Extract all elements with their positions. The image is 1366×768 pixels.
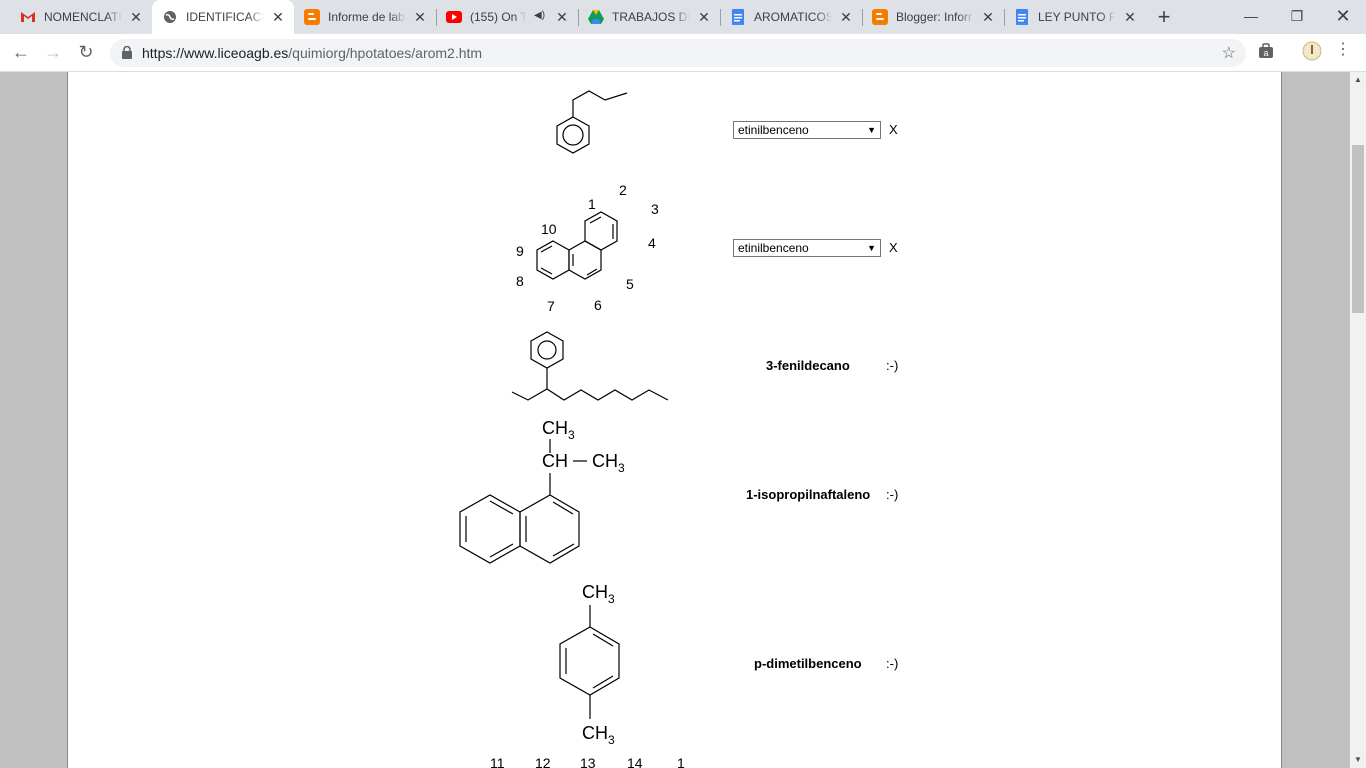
bookmark-star-icon[interactable]: ☆ bbox=[1222, 43, 1236, 63]
locant-11: 11 bbox=[490, 755, 505, 768]
correct-mark: :-) bbox=[886, 487, 899, 502]
wrong-mark: X bbox=[889, 240, 898, 255]
locant-13: 13 bbox=[580, 755, 596, 768]
minimize-button[interactable]: — bbox=[1228, 0, 1274, 34]
select-value: etinilbenceno bbox=[738, 123, 809, 137]
blogger-icon bbox=[872, 9, 888, 25]
vertical-scrollbar[interactable]: ▲ ▼ bbox=[1350, 72, 1366, 768]
molecule-3-fenildecano bbox=[508, 327, 678, 407]
locant-9: 9 bbox=[516, 243, 524, 259]
menu-kebab-icon[interactable]: ⋮ bbox=[1335, 42, 1351, 58]
answer-text-5: p-dimetilbenceno bbox=[754, 656, 862, 671]
close-tab-icon[interactable]: ✕ bbox=[554, 9, 570, 25]
docs-icon bbox=[730, 9, 746, 25]
select-value: etinilbenceno bbox=[738, 241, 809, 255]
answer-text-4: 1-isopropilnaftaleno bbox=[746, 487, 871, 502]
restore-button[interactable]: ❐ bbox=[1274, 0, 1320, 34]
close-tab-icon[interactable]: ✕ bbox=[128, 9, 144, 25]
ch3-right-label: CH3 bbox=[592, 451, 625, 475]
scrollbar-thumb[interactable] bbox=[1352, 145, 1364, 313]
reload-button[interactable]: ↻ bbox=[74, 40, 98, 64]
tab-title: AROMATICOS bbox=[754, 10, 832, 24]
ch3-bottom-label: CH3 bbox=[582, 723, 615, 747]
locant-10: 10 bbox=[541, 221, 557, 237]
ch-label: CH bbox=[542, 451, 568, 471]
tab-blogger[interactable]: Blogger: Inforr ✕ bbox=[862, 0, 1005, 34]
close-tab-icon[interactable]: ✕ bbox=[412, 9, 428, 25]
answer-text-3: 3-fenildecano bbox=[766, 358, 850, 373]
tab-title: Blogger: Inforr bbox=[896, 10, 973, 24]
tab-youtube[interactable]: (155) On T ◀) ✕ bbox=[436, 0, 579, 34]
close-window-button[interactable]: ✕ bbox=[1320, 0, 1366, 34]
lock-icon[interactable] bbox=[122, 45, 132, 64]
answer-select-2[interactable]: etinilbenceno ▼ bbox=[733, 239, 881, 257]
locant-7: 7 bbox=[547, 298, 555, 314]
svg-text:a: a bbox=[1263, 48, 1268, 58]
tab-title: LEY PUNTO FII bbox=[1038, 10, 1116, 24]
molecule-butylbenzene bbox=[548, 90, 638, 170]
ch3-top-label: CH3 bbox=[582, 582, 615, 606]
locant-5: 5 bbox=[626, 276, 634, 292]
tab-title: TRABAJOS DIA bbox=[612, 10, 690, 24]
locant-12: 12 bbox=[535, 755, 551, 768]
dropdown-arrow-icon: ▼ bbox=[867, 125, 876, 135]
molecule-phenanthrene: 1 2 3 4 5 6 7 8 9 10 bbox=[505, 179, 675, 314]
tab-title: NOMENCLATU bbox=[44, 10, 122, 24]
correct-mark: :-) bbox=[886, 358, 899, 373]
locant-2: 2 bbox=[619, 182, 627, 198]
answer-select-1[interactable]: etinilbenceno ▼ bbox=[733, 121, 881, 139]
tab-strip: NOMENCLATU ✕ IDENTIFICACIO ✕ Informe de … bbox=[0, 0, 1366, 34]
youtube-icon bbox=[446, 9, 462, 25]
locant-1-bottom: 1 bbox=[677, 755, 685, 768]
close-tab-icon[interactable]: ✕ bbox=[1122, 9, 1138, 25]
drive-icon bbox=[588, 9, 604, 25]
locant-8: 8 bbox=[516, 273, 524, 289]
locant-4: 4 bbox=[648, 235, 656, 251]
close-tab-icon[interactable]: ✕ bbox=[838, 9, 854, 25]
close-tab-icon[interactable]: ✕ bbox=[696, 9, 712, 25]
locant-1: 1 bbox=[588, 196, 596, 212]
tab-gmail[interactable]: NOMENCLATU ✕ bbox=[0, 0, 153, 34]
molecule-p-dimetilbenceno: CH3 CH3 bbox=[548, 577, 648, 747]
correct-mark: :-) bbox=[886, 656, 899, 671]
forward-button[interactable]: → bbox=[41, 40, 65, 64]
blogger-icon bbox=[304, 9, 320, 25]
tab-informe-lab[interactable]: Informe de lab ✕ bbox=[294, 0, 437, 34]
locant-14: 14 bbox=[627, 755, 643, 768]
wrong-mark: X bbox=[889, 122, 898, 137]
locant-6: 6 bbox=[594, 297, 602, 313]
dropdown-arrow-icon: ▼ bbox=[867, 243, 876, 253]
url-path: /quimiorg/hpotatoes/arom2.htm bbox=[288, 45, 483, 61]
page-viewport: etinilbenceno ▼ X 1 2 3 4 5 6 7 8 9 10 e… bbox=[0, 72, 1350, 768]
ch3-top-label: CH3 bbox=[542, 418, 575, 442]
tab-title: Informe de lab bbox=[328, 10, 405, 24]
address-bar[interactable]: https://www.liceoagb.es/quimiorg/hpotato… bbox=[110, 39, 1246, 67]
browser-toolbar: ← → ↻ https://www.liceoagb.es/quimiorg/h… bbox=[0, 34, 1366, 72]
tab-aromaticos[interactable]: AROMATICOS ✕ bbox=[720, 0, 863, 34]
extension-icon[interactable]: a bbox=[1258, 43, 1274, 64]
tab-title: (155) On T bbox=[470, 10, 526, 24]
back-button[interactable]: ← bbox=[9, 40, 33, 64]
globe-icon bbox=[162, 9, 178, 25]
close-tab-icon[interactable]: ✕ bbox=[980, 9, 996, 25]
tab-ley-punto[interactable]: LEY PUNTO FII ✕ bbox=[1004, 0, 1146, 34]
tab-title: IDENTIFICACIO bbox=[186, 10, 264, 24]
gmail-icon bbox=[20, 9, 36, 25]
scroll-up-arrow-icon[interactable]: ▲ bbox=[1350, 72, 1366, 88]
close-tab-icon[interactable]: ✕ bbox=[270, 9, 286, 25]
url-host: https://www.liceoagb.es bbox=[142, 45, 289, 61]
new-tab-button[interactable]: + bbox=[1152, 5, 1176, 29]
speaker-icon[interactable]: ◀) bbox=[534, 10, 545, 21]
scroll-down-arrow-icon[interactable]: ▼ bbox=[1350, 752, 1366, 768]
url-text: https://www.liceoagb.es/quimiorg/hpotato… bbox=[142, 45, 482, 61]
molecule-1-isopropilnaftaleno: CH3 CH CH3 bbox=[453, 415, 643, 570]
tab-drive[interactable]: TRABAJOS DIA ✕ bbox=[578, 0, 721, 34]
docs-icon bbox=[1014, 9, 1030, 25]
profile-avatar[interactable] bbox=[1302, 41, 1322, 66]
molecule-next-partial: 11 12 13 14 1 bbox=[488, 754, 698, 768]
tab-identificacion[interactable]: IDENTIFICACIO ✕ bbox=[152, 0, 294, 34]
locant-3: 3 bbox=[651, 201, 659, 217]
quiz-page: etinilbenceno ▼ X 1 2 3 4 5 6 7 8 9 10 e… bbox=[67, 72, 1282, 768]
